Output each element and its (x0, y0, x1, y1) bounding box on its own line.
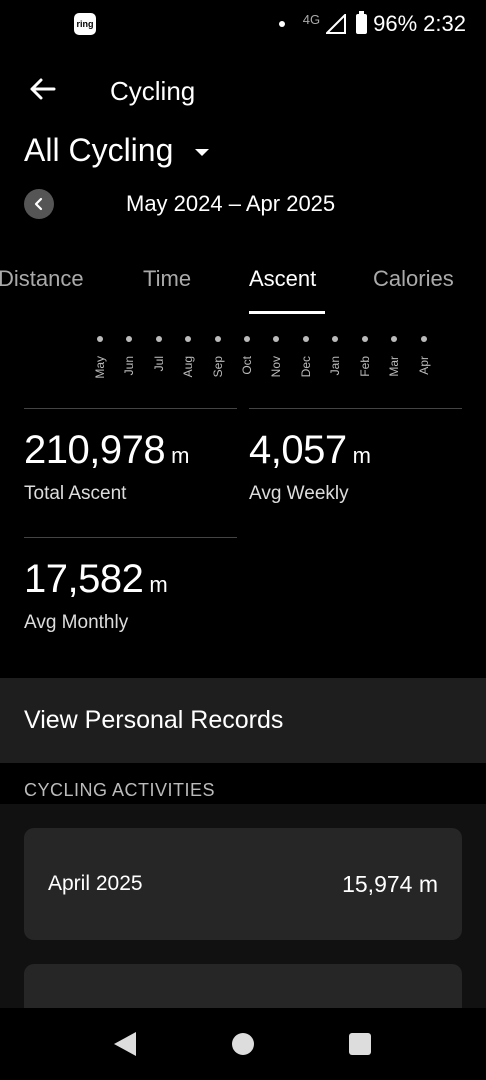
stat-label: Avg Monthly (24, 612, 129, 633)
month-label: Jan (328, 356, 342, 376)
month-marker: Aug (178, 336, 198, 377)
section-heading: CYCLING ACTIVITIES (24, 780, 216, 800)
previous-period-button[interactable] (24, 189, 54, 219)
stat-avg-weekly: 4,057 m Avg Weekly (249, 428, 371, 505)
signal-icon (326, 14, 347, 34)
system-nav-bar (0, 1008, 486, 1080)
month-marker: Sep (208, 336, 228, 377)
month-dot (303, 336, 309, 342)
month-marker: Oct (237, 336, 257, 375)
arrow-left-icon (30, 78, 56, 100)
date-range: May 2024 – Apr 2025 (126, 191, 336, 216)
caret-down-icon (195, 149, 210, 156)
month-label: Apr (417, 356, 431, 375)
tab-ascent[interactable]: Ascent (249, 266, 316, 292)
square-recent-icon[interactable] (349, 1033, 371, 1055)
clock: 2:32 (423, 11, 466, 36)
month-marker: Apr (414, 336, 434, 375)
month-label: Jul (152, 356, 166, 372)
month-label: Oct (240, 356, 254, 375)
stat-value: 210,978 (24, 428, 166, 472)
chevron-left-icon (34, 197, 43, 211)
stat-total-ascent: 210,978 m Total Ascent (24, 428, 189, 505)
active-tab-indicator (249, 311, 325, 314)
stat-divider (24, 537, 237, 538)
month-dot (362, 336, 368, 342)
tab-time[interactable]: Time (143, 266, 191, 292)
month-axis: May Jun Jul Aug Sep Oct Nov Dec Jan Feb … (0, 336, 486, 396)
activity-filter-dropdown[interactable]: All Cycling (24, 132, 210, 169)
month-dot (273, 336, 279, 342)
month-dot (391, 336, 397, 342)
battery-icon (356, 11, 368, 34)
triangle-back-icon[interactable] (114, 1032, 136, 1056)
month-dot (332, 336, 338, 342)
month-label: Feb (358, 356, 372, 377)
metric-tabs: Distance Time Ascent Calories (0, 266, 486, 318)
stat-value: 4,057 (249, 428, 347, 472)
month-label: Nov (269, 356, 283, 378)
page-title: Cycling (110, 76, 196, 106)
activity-card[interactable]: April 2025 15,974 m (24, 828, 462, 940)
stat-divider (24, 408, 237, 409)
filter-label: All Cycling (24, 132, 174, 168)
tab-calories[interactable]: Calories (373, 266, 454, 292)
stat-divider (249, 408, 462, 409)
month-marker: Jan (325, 336, 345, 375)
month-label: Sep (211, 356, 225, 378)
view-personal-records-button[interactable]: View Personal Records (0, 678, 486, 763)
back-button[interactable] (26, 72, 60, 106)
records-label: View Personal Records (24, 706, 284, 734)
month-label: Dec (299, 356, 313, 378)
status-indicators: 4G 96% 2:32 (278, 10, 466, 38)
activity-ascent: 15,974 m (342, 870, 438, 897)
month-marker: Feb (355, 336, 375, 377)
month-marker: May (90, 336, 110, 379)
tab-distance[interactable]: Distance (0, 266, 84, 292)
battery-percent: 96% (373, 11, 418, 36)
month-dot (421, 336, 427, 342)
month-marker: Nov (266, 336, 286, 377)
stat-unit: m (149, 572, 168, 597)
ring-app-icon: ring (74, 13, 96, 35)
month-dot (126, 336, 132, 342)
month-marker: Jun (119, 336, 139, 375)
activities-list: April 2025 15,974 m (0, 804, 486, 1076)
month-dot (156, 336, 162, 342)
month-dot (215, 336, 221, 342)
activity-period: April 2025 (48, 872, 143, 895)
month-label: May (93, 356, 107, 379)
stat-unit: m (171, 443, 190, 468)
month-marker: Jul (149, 336, 169, 371)
month-dot (244, 336, 250, 342)
stat-label: Avg Weekly (249, 483, 349, 504)
month-dot (185, 336, 191, 342)
month-label: Jun (122, 356, 136, 376)
month-label: Aug (181, 356, 195, 378)
stat-value: 17,582 (24, 557, 144, 601)
month-dot (97, 336, 103, 342)
network-label: 4G (302, 12, 321, 27)
month-label: Mar (387, 356, 401, 377)
stat-unit: m (352, 443, 371, 468)
stat-avg-monthly: 17,582 m Avg Monthly (24, 557, 168, 634)
stat-label: Total Ascent (24, 483, 127, 504)
notification-dot-icon (278, 21, 285, 27)
month-marker: Mar (384, 336, 404, 377)
month-marker: Dec (296, 336, 316, 377)
circle-home-icon[interactable] (232, 1033, 254, 1055)
status-bar: ring 4G 96% 2:32 (0, 0, 486, 48)
